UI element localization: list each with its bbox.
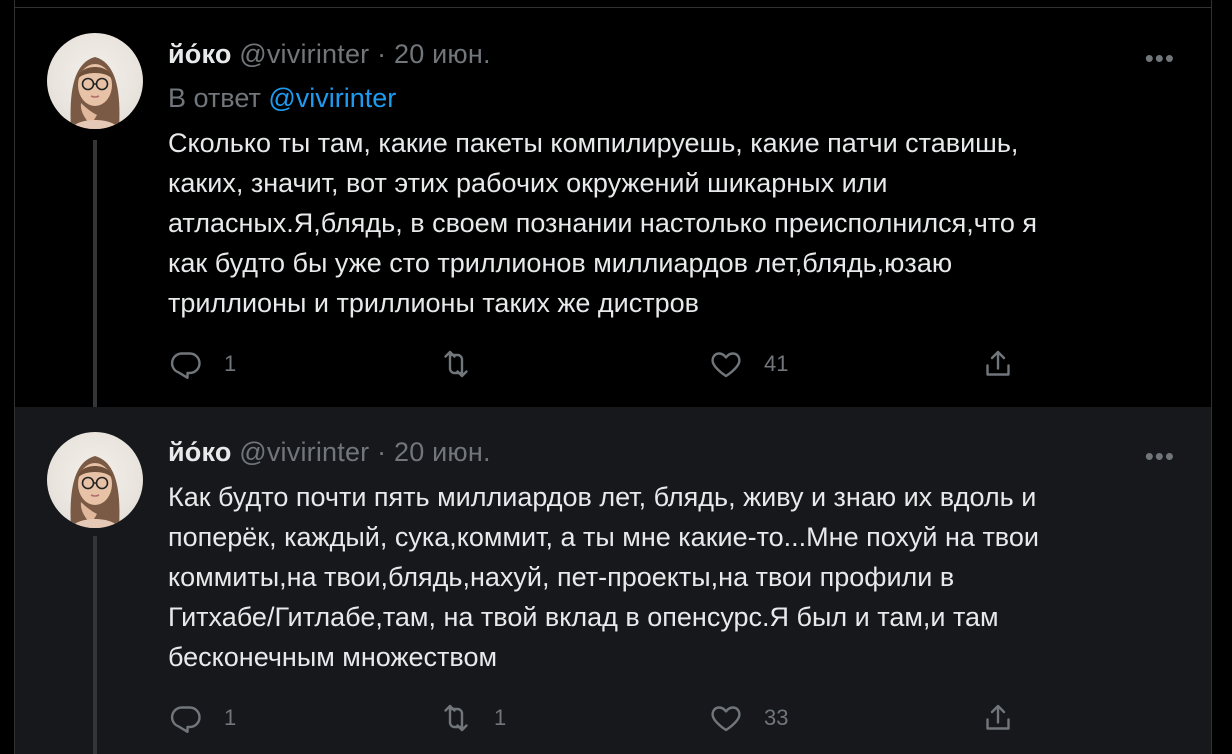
reply-prefix: В ответ (168, 83, 261, 113)
tweet-actions: 1 41 (168, 346, 1048, 386)
tweet-date[interactable]: 20 июн. (394, 39, 491, 69)
share-button[interactable] (980, 346, 1016, 382)
retweet-icon (444, 704, 468, 732)
author-name[interactable]: йо́ко (168, 39, 232, 69)
text-line: коммиты,на твои,блядь,нахуй, пет-проекты… (168, 562, 955, 592)
tweet[interactable]: йо́ко @vivirinter · 20 июн. ••• В ответ … (15, 9, 1211, 407)
reply-button[interactable]: 1 (168, 346, 236, 382)
retweet-icon (444, 350, 468, 378)
text-line: триллионы и триллионы таких же дистров (168, 288, 699, 318)
reply-count: 1 (224, 705, 237, 730)
author-handle[interactable]: @vivirinter (239, 39, 369, 69)
thread-line (93, 536, 97, 754)
like-count: 41 (764, 351, 789, 376)
like-icon (711, 352, 741, 378)
author-name[interactable]: йо́ко (168, 437, 232, 467)
text-line: бесконечным множеством (168, 642, 498, 672)
more-icon[interactable]: ••• (1145, 43, 1175, 74)
text-line: Сколько ты там, какие пакеты компилируеш… (168, 128, 1019, 158)
top-divider (14, 0, 1212, 8)
reply-count: 1 (224, 351, 237, 376)
reply-mention-link[interactable]: @vivirinter (268, 83, 396, 113)
tweet-text: Как будто почти пять миллиардов лет, бля… (168, 477, 1178, 677)
text-line: как будто бы уже сто триллионов миллиард… (168, 248, 953, 278)
share-icon (986, 350, 1010, 376)
tweet-header: йо́ко @vivirinter · 20 июн. (168, 437, 491, 468)
avatar[interactable] (47, 432, 143, 528)
text-line: Как будто почти пять миллиардов лет, бля… (168, 482, 1037, 512)
like-icon (711, 706, 741, 732)
separator-dot: · (377, 39, 387, 69)
share-button[interactable] (980, 700, 1016, 736)
more-icon[interactable]: ••• (1145, 441, 1175, 472)
retweet-count: 1 (494, 705, 507, 730)
reply-icon (170, 352, 201, 379)
text-line: поперёк, каждый, сука,коммит, а ты мне к… (168, 522, 1039, 552)
tweet[interactable]: йо́ко @vivirinter · 20 июн. ••• Как будт… (15, 407, 1211, 754)
tweet-text: Сколько ты там, какие пакеты компилируеш… (168, 123, 1178, 323)
tweet-actions: 1 1 33 (168, 700, 1048, 740)
tweet-header: йо́ко @vivirinter · 20 июн. (168, 39, 491, 70)
like-button[interactable]: 33 (708, 700, 788, 736)
reply-button[interactable]: 1 (168, 700, 236, 736)
author-handle[interactable]: @vivirinter (239, 437, 369, 467)
thread-line (93, 140, 97, 407)
tweet-date[interactable]: 20 июн. (394, 437, 491, 467)
separator-dot: · (377, 437, 387, 467)
like-button[interactable]: 41 (708, 346, 788, 382)
avatar[interactable] (47, 33, 143, 129)
text-line: каких, значит, вот этих рабочих окружени… (168, 168, 888, 198)
like-count: 33 (764, 705, 789, 730)
retweet-button[interactable] (438, 346, 494, 382)
retweet-button[interactable]: 1 (438, 700, 506, 736)
share-icon (986, 704, 1010, 730)
text-line: атласных.Я,блядь, в своем познании насто… (168, 208, 1037, 238)
reply-context: В ответ @vivirinter (168, 83, 396, 114)
reply-icon (170, 706, 201, 733)
text-line: Гитхабе/Гитлабе,там, на твой вклад в опе… (168, 602, 999, 632)
